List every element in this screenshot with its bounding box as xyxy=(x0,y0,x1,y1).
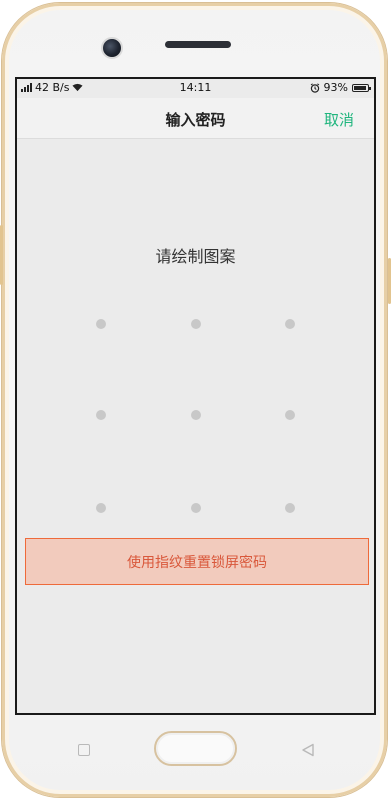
pattern-prompt: 请绘制图案 xyxy=(155,247,236,266)
pattern-dot-7[interactable] xyxy=(96,503,106,513)
status-bar: 42 B/s 14:11 93% xyxy=(17,79,374,98)
screen: 42 B/s 14:11 93% 输入密码 取消 请绘制图案 使用指纹重置锁屏密… xyxy=(15,77,376,715)
pattern-dot-4[interactable] xyxy=(96,410,106,420)
pattern-dot-6[interactable] xyxy=(285,410,295,420)
pattern-dot-3[interactable] xyxy=(285,319,295,329)
pattern-dot-2[interactable] xyxy=(191,319,201,329)
recents-square-icon[interactable] xyxy=(78,744,90,756)
back-triangle-icon[interactable] xyxy=(301,743,315,757)
header-bar: 输入密码 取消 xyxy=(17,98,374,139)
pattern-dot-1[interactable] xyxy=(96,319,106,329)
battery-percent: 93% xyxy=(323,81,348,94)
pattern-dot-8[interactable] xyxy=(191,503,201,513)
pattern-dot-5[interactable] xyxy=(191,410,201,420)
front-camera xyxy=(101,37,123,59)
volume-button[interactable] xyxy=(0,225,3,285)
page-title: 输入密码 xyxy=(165,111,226,129)
fingerprint-reset-button[interactable]: 使用指纹重置锁屏密码 xyxy=(25,538,369,585)
battery-icon xyxy=(352,83,371,92)
home-button[interactable] xyxy=(154,731,237,766)
cancel-button[interactable]: 取消 xyxy=(324,109,354,130)
fingerprint-reset-label: 使用指纹重置锁屏密码 xyxy=(127,554,267,571)
earpiece-speaker xyxy=(165,41,231,48)
pattern-dot-9[interactable] xyxy=(285,503,295,513)
alarm-icon xyxy=(310,82,319,93)
